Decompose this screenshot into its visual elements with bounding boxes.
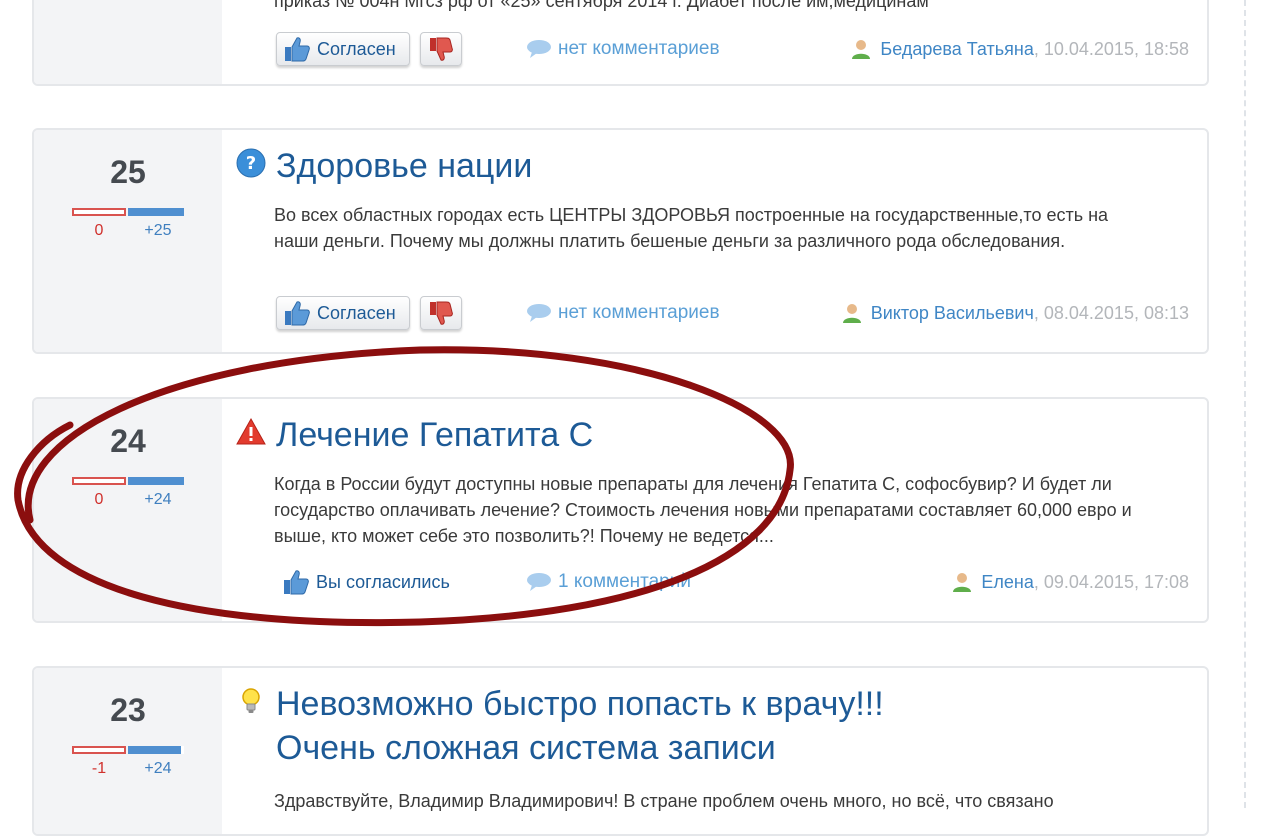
agree-button[interactable]: Согласен — [276, 32, 410, 66]
score-column — [34, 0, 222, 84]
vote-score: 24 — [110, 423, 146, 459]
score-column: 24 0 +24 — [34, 399, 222, 621]
svg-text:?: ? — [246, 153, 256, 174]
proposal-text: Во всех областных городах есть ЦЕНТРЫ ЗД… — [274, 205, 1109, 251]
comments-link[interactable]: 1 комментарий — [526, 565, 691, 599]
speech-bubble-icon — [527, 304, 551, 322]
negative-vote-bar — [72, 746, 126, 754]
lightbulb-icon — [242, 688, 260, 713]
user-icon — [842, 304, 861, 323]
speech-bubble-icon — [527, 40, 551, 58]
author-info: Елена , 09.04.2015, 17:08 — [951, 565, 1189, 599]
author-info: Бедарева Татьяна , 10.04.2015, 18:58 — [850, 32, 1189, 66]
speech-bubble-icon — [527, 573, 551, 591]
vote-score: 23 — [110, 692, 146, 728]
post-date: , 08.04.2015, 08:13 — [1033, 302, 1189, 323]
warning-icon — [236, 417, 266, 445]
proposal-card: 23 -1 +24 Невозможно быстро попасть к вр… — [32, 666, 1209, 836]
negative-votes: -1 — [91, 760, 107, 777]
negative-votes: 0 — [94, 491, 104, 508]
comments-count: нет комментариев — [558, 302, 720, 323]
title-row: Лечение Гепатита С — [236, 413, 593, 457]
proposal-title[interactable]: Лечение Гепатита С — [276, 413, 593, 457]
author-name[interactable]: Бедарева Татьяна — [880, 39, 1033, 60]
thumbs-up-icon — [284, 570, 309, 595]
proposal-title[interactable]: Невозможно быстро попасть к врачу!!! — [276, 682, 884, 726]
proposal-card: приказ № 004н Мгсз рф от «25» сентября 2… — [32, 0, 1209, 86]
disagree-button[interactable] — [420, 296, 462, 330]
proposal-title-line2[interactable]: Очень сложная система записи — [276, 726, 884, 770]
page-right-border — [1244, 0, 1246, 808]
user-icon — [852, 40, 871, 59]
vote-score: 25 — [110, 154, 146, 190]
proposal-text: приказ № 004н Мгсз рф от «25» сентября 2… — [274, 0, 929, 11]
positive-votes: +24 — [144, 760, 172, 777]
negative-vote-bar — [72, 208, 126, 216]
positive-votes: +25 — [144, 222, 172, 239]
disagree-button[interactable] — [420, 32, 462, 66]
proposal-card: 25 0 +25 ? Здоровье нации Во всех област… — [32, 128, 1209, 354]
comments-count: 1 комментарий — [558, 571, 691, 592]
positive-vote-bar — [128, 477, 184, 485]
thumbs-up-icon — [285, 301, 310, 326]
card-actions: Согласен нет комментариев — [274, 296, 1189, 336]
title-row: ? Здоровье нации — [236, 144, 532, 188]
agreed-status: Вы согласились — [282, 565, 450, 599]
thumbs-up-icon — [285, 37, 310, 62]
proposal-card: 24 0 +24 Лечение Гепатита С Когда в Росс… — [32, 397, 1209, 623]
comments-link[interactable]: нет комментариев — [526, 296, 720, 330]
question-icon: ? — [236, 148, 266, 178]
comments-count: нет комментариев — [558, 38, 720, 59]
agree-label: Согласен — [317, 302, 396, 323]
positive-vote-bar — [128, 746, 184, 754]
post-date: , 10.04.2015, 18:58 — [1033, 38, 1189, 59]
proposal-title[interactable]: Здоровье нации — [276, 144, 532, 188]
thumbs-down-icon — [430, 301, 453, 325]
score-column: 23 -1 +24 — [34, 668, 222, 834]
score-column: 25 0 +25 — [34, 130, 222, 352]
agree-label: Согласен — [317, 38, 396, 59]
card-actions: Вы согласились 1 комментарий Елена , 09.… — [274, 565, 1189, 605]
agree-button[interactable]: Согласен — [276, 296, 410, 330]
card-actions: Согласен нет комментариев — [274, 32, 1189, 72]
author-name[interactable]: Виктор Васильевич — [871, 303, 1034, 324]
positive-vote-bar — [128, 208, 184, 216]
proposal-text: Здравствуйте, Владимир Владимирович! В с… — [274, 791, 1054, 811]
comments-link[interactable]: нет комментариев — [526, 32, 720, 66]
user-icon — [953, 573, 972, 592]
negative-vote-bar — [72, 477, 126, 485]
thumbs-down-icon — [430, 37, 453, 61]
agreed-label: Вы согласились — [316, 571, 450, 592]
post-date: , 09.04.2015, 17:08 — [1033, 571, 1189, 592]
proposal-text: Когда в России будут доступны новые преп… — [274, 474, 1132, 546]
title-row: Невозможно быстро попасть к врачу!!! Оче… — [236, 682, 884, 770]
author-name[interactable]: Елена — [981, 572, 1033, 593]
positive-votes: +24 — [144, 491, 172, 508]
negative-votes: 0 — [94, 222, 104, 239]
author-info: Виктор Васильевич , 08.04.2015, 08:13 — [841, 296, 1189, 330]
